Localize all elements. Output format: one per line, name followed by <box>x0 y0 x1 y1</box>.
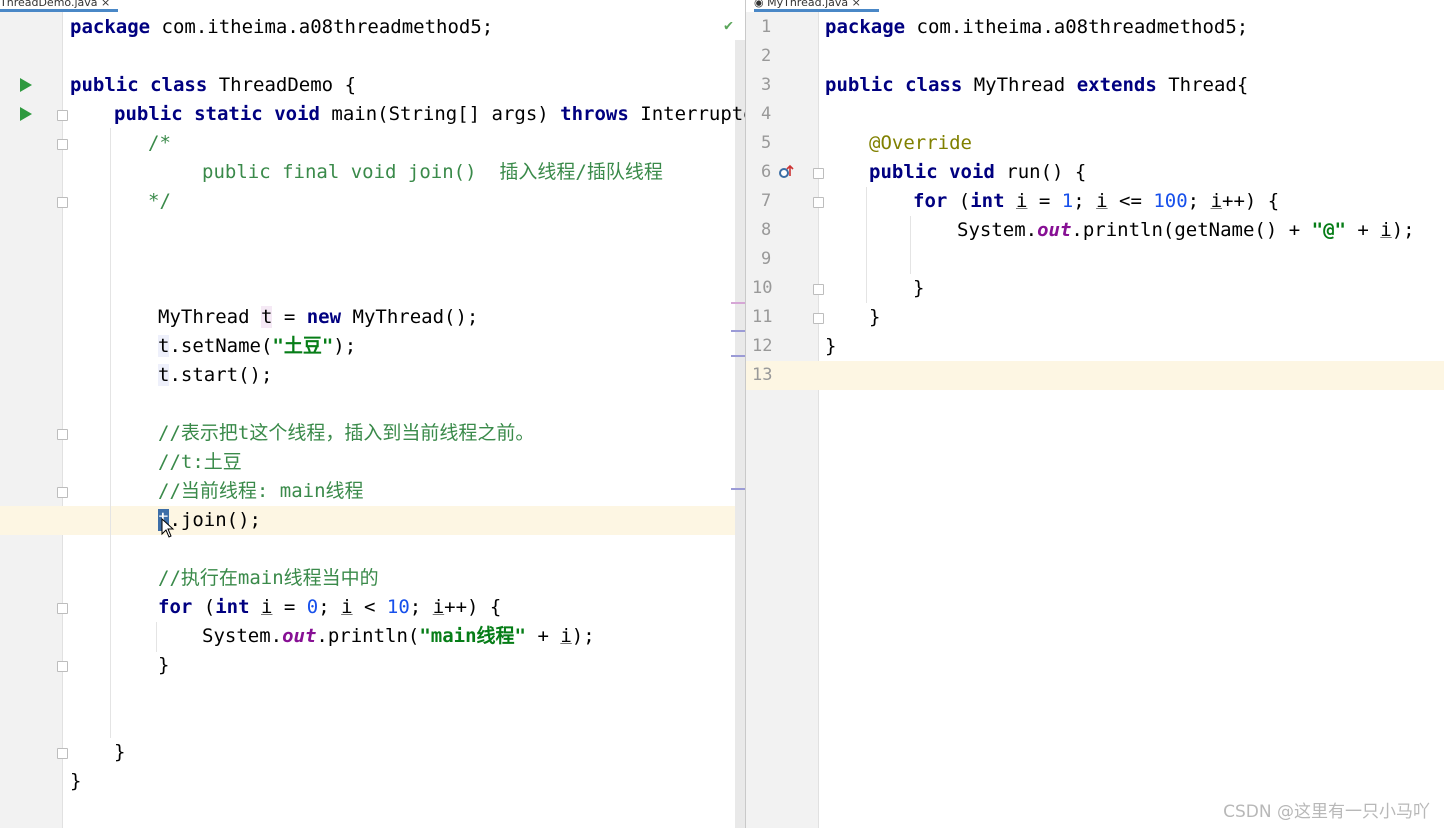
code-line: package com.itheima.a08threadmethod5; <box>825 16 1249 38</box>
comment-line: //执行在main线程当中的 <box>158 567 379 589</box>
line-number: 12 <box>752 336 773 356</box>
scroll-marker <box>731 488 745 490</box>
fold-icon[interactable] <box>57 197 68 208</box>
current-line-highlight <box>746 361 1444 390</box>
fold-icon[interactable] <box>57 429 68 440</box>
scroll-marker <box>731 355 745 357</box>
gutter-left <box>0 12 62 828</box>
code-line: public void run() { <box>869 161 1087 183</box>
fold-icon[interactable] <box>813 284 824 295</box>
code-line: @Override <box>869 132 972 154</box>
editor-pane-left[interactable]: ThreadDemo.java × ✔ package com.itheima.… <box>0 0 745 828</box>
line-number: 9 <box>761 249 772 269</box>
code-line: } <box>70 770 82 792</box>
comment-line: public final void join() 插入线程/插队线程 <box>202 161 663 183</box>
code-line: } <box>825 335 837 357</box>
code-line: System.out.println(getName() + "@" + i); <box>957 219 1415 241</box>
comment-line: //表示把t这个线程，插入到当前线程之前。 <box>158 422 535 444</box>
code-line: for (int i = 0; i < 10; i++) { <box>158 596 502 618</box>
line-number: 7 <box>761 191 772 211</box>
fold-icon[interactable] <box>57 139 68 150</box>
code-line: System.out.println("main线程" + i); <box>202 625 595 647</box>
code-line: public class MyThread extends Thread{ <box>825 74 1249 96</box>
override-icon[interactable] <box>778 164 794 180</box>
tab-label: ThreadDemo.java <box>0 0 98 9</box>
scroll-marker <box>731 330 745 332</box>
line-number: 3 <box>761 75 772 95</box>
fold-icon[interactable] <box>57 603 68 614</box>
gutter-border <box>62 12 63 828</box>
indent-guide <box>910 216 911 274</box>
code-line: } <box>869 306 881 328</box>
indent-guide <box>866 187 867 303</box>
comment-line: //t:土豆 <box>158 451 242 473</box>
check-icon: ✔ <box>724 16 734 34</box>
code-line: public static void main(String[] args) t… <box>114 103 745 125</box>
scroll-marker <box>731 302 745 304</box>
mouse-cursor-icon <box>161 518 175 538</box>
line-number: 2 <box>761 46 772 66</box>
fold-icon[interactable] <box>813 168 824 179</box>
comment-line: //当前线程: main线程 <box>158 480 364 502</box>
tab-mythread[interactable]: ◉ MyThread.java × <box>754 0 879 12</box>
code-line: } <box>913 277 925 299</box>
code-line: package com.itheima.a08threadmethod5; <box>70 16 494 38</box>
fold-icon[interactable] <box>57 110 68 121</box>
code-line: MyThread t = new MyThread(); <box>158 306 479 328</box>
current-line-highlight <box>0 506 745 535</box>
gutter-border <box>818 12 819 828</box>
tab-label: MyThread.java <box>767 0 849 9</box>
code-line: public class ThreadDemo { <box>70 74 357 96</box>
line-number: 11 <box>752 307 773 327</box>
run-icon[interactable] <box>20 107 32 121</box>
comment-line: */ <box>148 190 171 212</box>
line-number: 4 <box>761 104 772 124</box>
fold-icon[interactable] <box>813 313 824 324</box>
code-line: } <box>114 741 126 763</box>
code-line: t.start(); <box>158 364 273 386</box>
watermark: CSDN @这里有一只小马吖 <box>1223 802 1430 822</box>
tab-threaddemo[interactable]: ThreadDemo.java × <box>0 0 118 12</box>
fold-icon[interactable] <box>57 748 68 759</box>
indent-guide <box>110 128 111 738</box>
comment-line: /* <box>148 132 171 154</box>
editor-pane-right[interactable]: ◉ MyThread.java × 1 2 3 4 5 6 7 8 9 10 1… <box>746 0 1444 828</box>
line-number: 8 <box>761 220 772 240</box>
code-line: for (int i = 1; i <= 100; i++) { <box>913 190 1280 212</box>
run-icon[interactable] <box>20 78 32 92</box>
line-number: 1 <box>761 17 772 37</box>
scrollbar[interactable] <box>735 40 745 828</box>
indent-guide <box>156 622 157 652</box>
line-number: 5 <box>761 133 772 153</box>
fold-icon[interactable] <box>57 661 68 672</box>
fold-icon[interactable] <box>813 197 824 208</box>
fold-icon[interactable] <box>57 487 68 498</box>
line-number: 13 <box>752 365 773 385</box>
line-number: 10 <box>752 278 773 298</box>
code-line: } <box>158 654 170 676</box>
code-line: t.setName("土豆"); <box>158 335 357 357</box>
